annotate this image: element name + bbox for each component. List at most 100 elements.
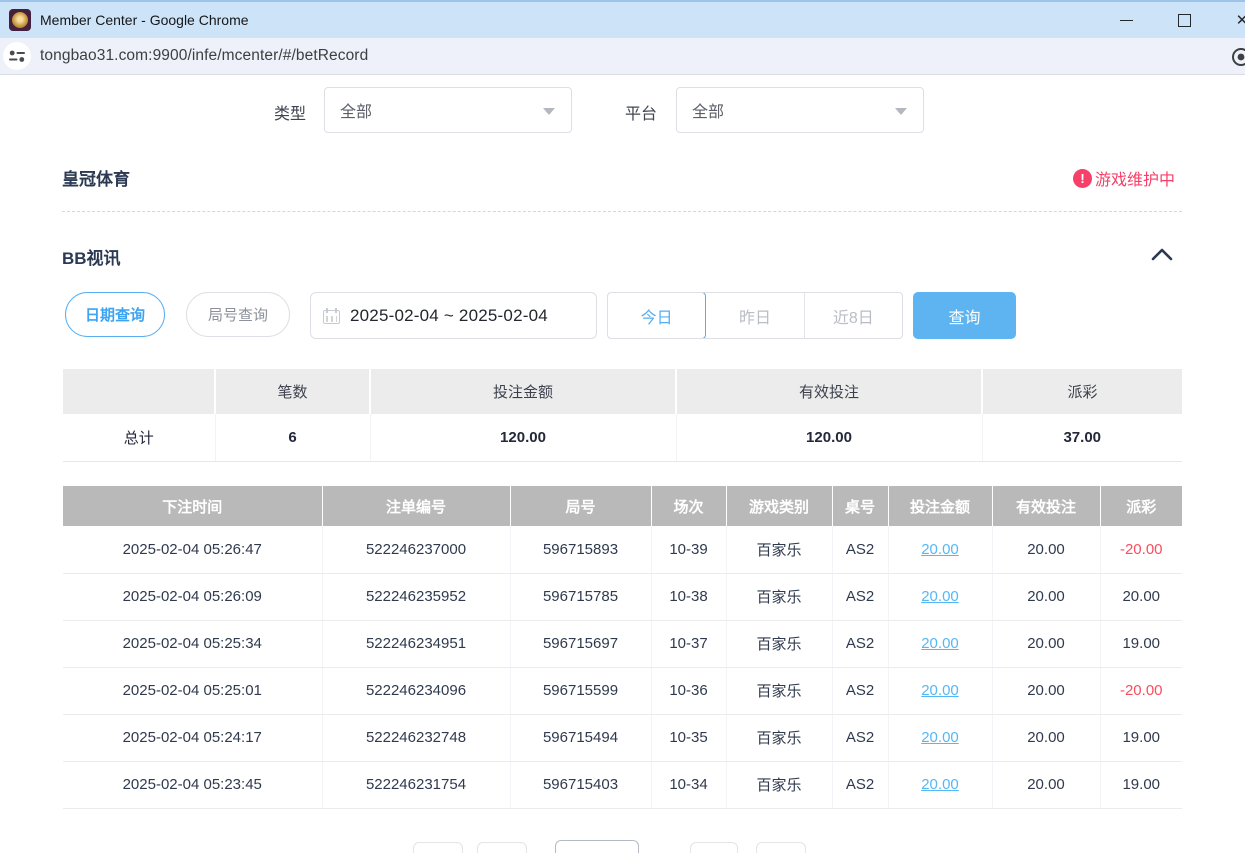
minimize-button[interactable] xyxy=(1103,2,1149,38)
cell-table-no: AS2 xyxy=(832,620,888,667)
cell-payout: -20.00 xyxy=(1100,526,1182,573)
cell-round: 596715403 xyxy=(510,761,651,808)
chevron-down-icon xyxy=(895,108,907,115)
section-divider xyxy=(62,211,1182,212)
cell-table-no: AS2 xyxy=(832,573,888,620)
cell-payout: 19.00 xyxy=(1100,761,1182,808)
cell-bet-id: 522246234951 xyxy=(322,620,510,667)
col-valid-bet: 有效投注 xyxy=(992,486,1100,526)
maximize-icon xyxy=(1178,14,1191,27)
bet-amount-link[interactable]: 20.00 xyxy=(921,541,959,558)
table-row: 2025-02-04 05:26:09 522246235952 5967157… xyxy=(63,573,1182,620)
cell-valid-bet: 20.00 xyxy=(992,667,1100,714)
close-icon: ✕ xyxy=(1236,13,1245,28)
cell-bet-amount: 20.00 xyxy=(888,761,992,808)
quick-date-segmented-control: 今日 昨日 近8日 xyxy=(607,292,903,339)
cell-table-no: AS2 xyxy=(832,667,888,714)
summary-payout-value: 37.00 xyxy=(982,414,1182,461)
bet-amount-link[interactable]: 20.00 xyxy=(921,729,959,746)
summary-header-bet-amount: 投注金额 xyxy=(370,369,676,414)
cell-valid-bet: 20.00 xyxy=(992,526,1100,573)
maximize-button[interactable] xyxy=(1161,2,1207,38)
cell-round: 596715494 xyxy=(510,714,651,761)
platform-filter-select[interactable]: 全部 xyxy=(676,87,924,133)
table-row: 2025-02-04 05:26:47 522246237000 5967158… xyxy=(63,526,1182,573)
pagination-page-size-select[interactable] xyxy=(555,840,639,853)
pagination-button[interactable] xyxy=(477,842,527,853)
cell-bet-amount: 20.00 xyxy=(888,667,992,714)
cell-session: 10-36 xyxy=(651,667,726,714)
cell-session: 10-35 xyxy=(651,714,726,761)
bet-amount-link[interactable]: 20.00 xyxy=(921,776,959,793)
summary-header-valid-bet: 有效投注 xyxy=(676,369,982,414)
bet-records-table: 下注时间 注单编号 局号 场次 游戏类别 桌号 投注金额 有效投注 派彩 202… xyxy=(63,486,1182,809)
summary-table: 笔数 投注金额 有效投注 派彩 总计 6 120.00 120.00 37.00 xyxy=(63,369,1182,462)
cell-bet-time: 2025-02-04 05:26:47 xyxy=(63,526,322,573)
cell-session: 10-39 xyxy=(651,526,726,573)
cell-game-type: 百家乐 xyxy=(726,761,832,808)
pagination-button[interactable] xyxy=(756,842,806,853)
site-settings-icon[interactable] xyxy=(3,42,31,70)
cell-bet-id: 522246237000 xyxy=(322,526,510,573)
today-button[interactable]: 今日 xyxy=(607,292,706,339)
window-titlebar: Member Center - Google Chrome ✕ xyxy=(0,0,1245,38)
col-game-type: 游戏类别 xyxy=(726,486,832,526)
cell-payout: 20.00 xyxy=(1100,573,1182,620)
col-bet-id: 注单编号 xyxy=(322,486,510,526)
cell-bet-amount: 20.00 xyxy=(888,573,992,620)
date-query-tab[interactable]: 日期查询 xyxy=(65,292,165,337)
platform-filter-value: 全部 xyxy=(692,98,724,122)
summary-header-payout: 派彩 xyxy=(982,369,1182,414)
cell-session: 10-34 xyxy=(651,761,726,808)
round-query-tab[interactable]: 局号查询 xyxy=(186,292,290,337)
cell-valid-bet: 20.00 xyxy=(992,620,1100,667)
url-text[interactable]: tongbao31.com:9900/infe/mcenter/#/betRec… xyxy=(40,47,368,65)
date-range-input[interactable]: 2025-02-04 ~ 2025-02-04 xyxy=(310,292,597,339)
cell-valid-bet: 20.00 xyxy=(992,714,1100,761)
cell-game-type: 百家乐 xyxy=(726,573,832,620)
yesterday-button[interactable]: 昨日 xyxy=(706,293,804,338)
search-button[interactable]: 查询 xyxy=(913,292,1016,339)
bet-amount-link[interactable]: 20.00 xyxy=(921,682,959,699)
cell-bet-time: 2025-02-04 05:24:17 xyxy=(63,714,322,761)
cell-bet-time: 2025-02-04 05:25:34 xyxy=(63,620,322,667)
summary-total-row: 总计 6 120.00 120.00 37.00 xyxy=(63,414,1182,461)
cell-session: 10-37 xyxy=(651,620,726,667)
records-header-row: 下注时间 注单编号 局号 场次 游戏类别 桌号 投注金额 有效投注 派彩 xyxy=(63,486,1182,526)
site-favicon-icon xyxy=(9,9,31,31)
col-payout: 派彩 xyxy=(1100,486,1182,526)
cell-payout: 19.00 xyxy=(1100,620,1182,667)
cell-payout: 19.00 xyxy=(1100,714,1182,761)
collapse-chevron-up-icon[interactable] xyxy=(1151,247,1173,261)
maintenance-text: 游戏维护中 xyxy=(1095,166,1175,190)
extension-target-icon[interactable] xyxy=(1230,46,1245,73)
cell-bet-amount: 20.00 xyxy=(888,714,992,761)
chevron-down-icon xyxy=(543,108,555,115)
close-button[interactable]: ✕ xyxy=(1219,2,1245,38)
pagination-button[interactable] xyxy=(413,842,463,853)
summary-header-count: 笔数 xyxy=(215,369,370,414)
summary-valid-bet-value: 120.00 xyxy=(676,414,982,461)
table-row: 2025-02-04 05:25:34 522246234951 5967156… xyxy=(63,620,1182,667)
summary-count-value: 6 xyxy=(215,414,370,461)
cell-bet-id: 522246232748 xyxy=(322,714,510,761)
cell-bet-id: 522246235952 xyxy=(322,573,510,620)
bet-amount-link[interactable]: 20.00 xyxy=(921,588,959,605)
type-filter-value: 全部 xyxy=(340,98,372,122)
platform-filter-label: 平台 xyxy=(625,100,657,124)
type-filter-select[interactable]: 全部 xyxy=(324,87,572,133)
pagination-button[interactable] xyxy=(690,842,738,853)
col-session: 场次 xyxy=(651,486,726,526)
cell-bet-time: 2025-02-04 05:23:45 xyxy=(63,761,322,808)
cell-bet-amount: 20.00 xyxy=(888,526,992,573)
last-8-days-button[interactable]: 近8日 xyxy=(805,293,902,338)
table-row: 2025-02-04 05:25:01 522246234096 5967155… xyxy=(63,667,1182,714)
bet-amount-link[interactable]: 20.00 xyxy=(921,635,959,652)
col-bet-amount: 投注金额 xyxy=(888,486,992,526)
cell-valid-bet: 20.00 xyxy=(992,761,1100,808)
date-range-value: 2025-02-04 ~ 2025-02-04 xyxy=(350,306,548,326)
cell-round: 596715893 xyxy=(510,526,651,573)
address-bar[interactable]: tongbao31.com:9900/infe/mcenter/#/betRec… xyxy=(0,38,1245,75)
summary-bet-amount-value: 120.00 xyxy=(370,414,676,461)
cell-payout: -20.00 xyxy=(1100,667,1182,714)
